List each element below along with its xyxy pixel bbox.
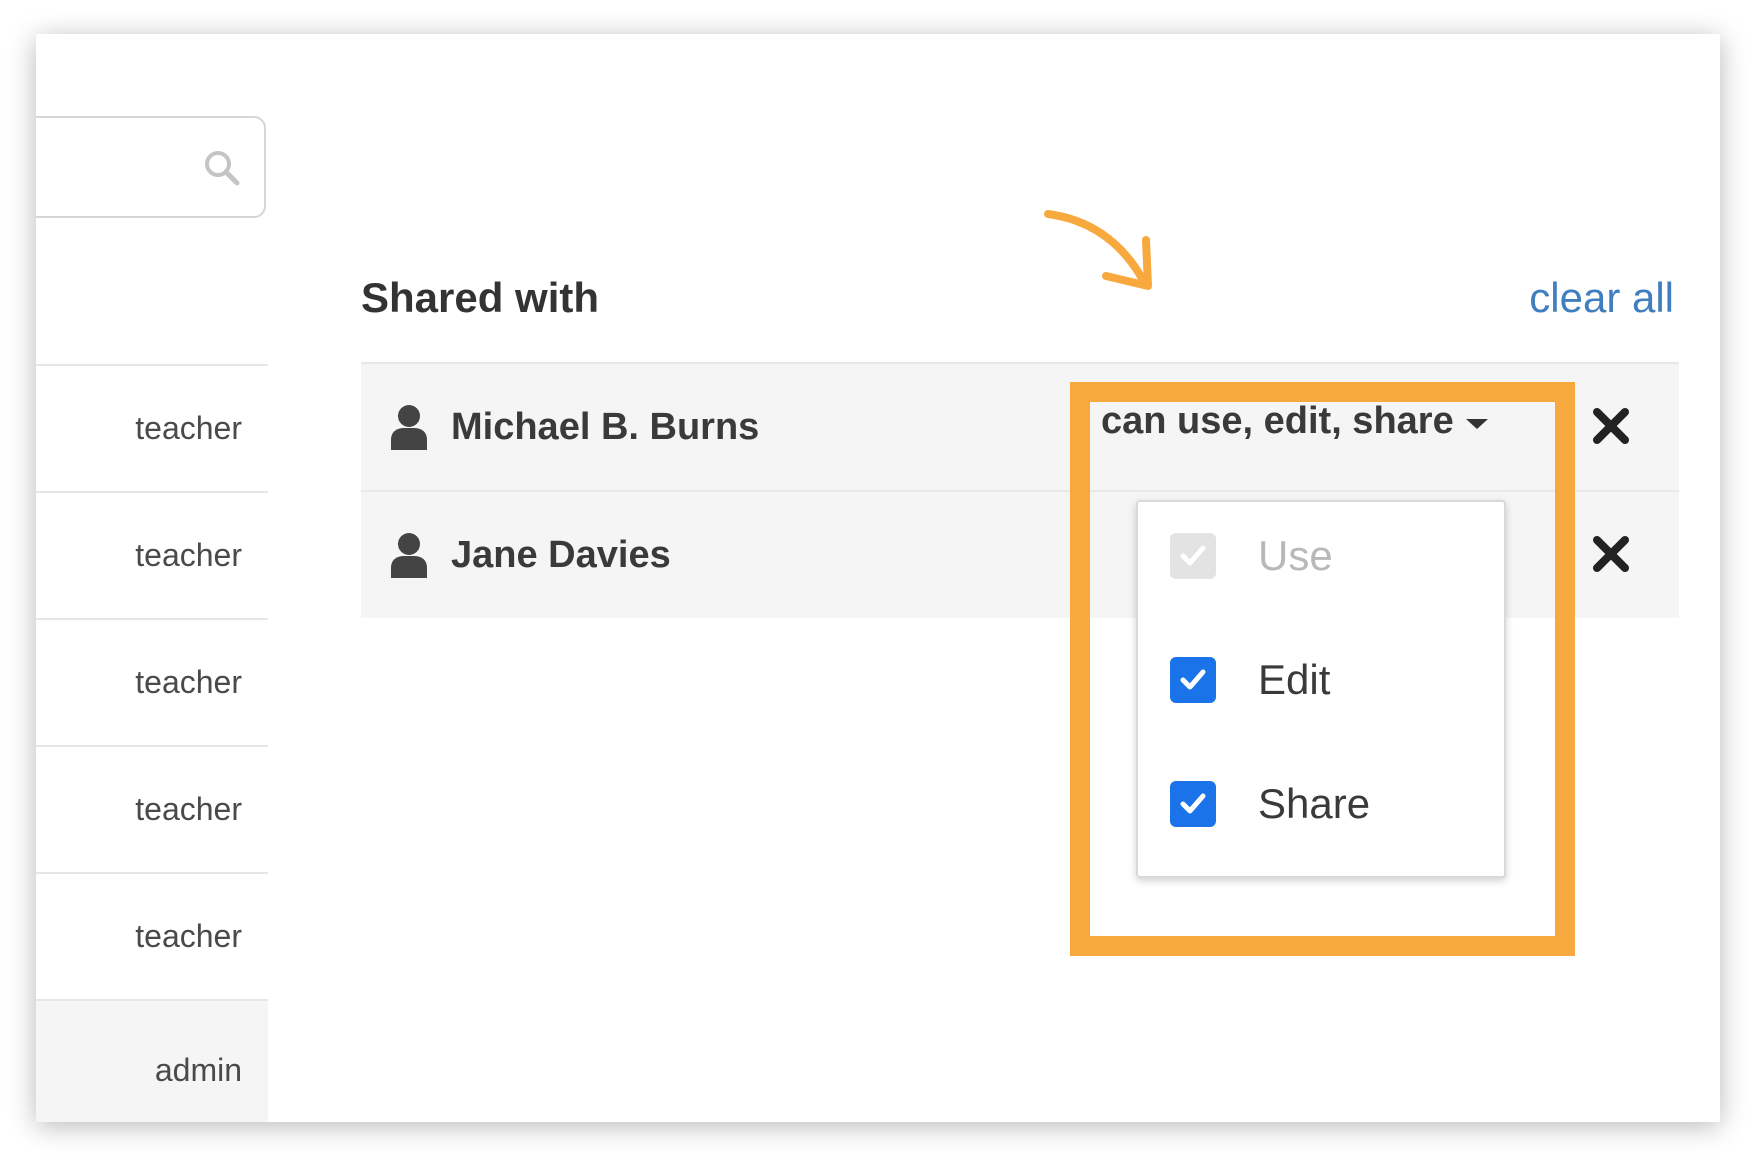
list-item[interactable]: teacher bbox=[36, 745, 268, 872]
role-label: admin bbox=[154, 1051, 242, 1088]
role-label: teacher bbox=[135, 410, 242, 446]
annotation-arrow-icon bbox=[1044, 210, 1152, 290]
list-item[interactable]: teacher bbox=[36, 618, 268, 745]
permission-option-edit[interactable]: Edit bbox=[1170, 656, 1330, 704]
permission-option-use: Use bbox=[1170, 532, 1333, 580]
search-icon[interactable] bbox=[202, 148, 242, 188]
option-label: Use bbox=[1258, 532, 1333, 579]
permission-option-share[interactable]: Share bbox=[1170, 780, 1370, 828]
edit-checkbox[interactable] bbox=[1170, 657, 1216, 703]
permission-dropdown-toggle[interactable]: can use, edit, share bbox=[1101, 400, 1488, 443]
search-input[interactable] bbox=[36, 116, 266, 218]
caret-down-icon bbox=[1465, 418, 1488, 429]
role-label: teacher bbox=[135, 791, 242, 827]
permission-menu: Use Edit Share bbox=[1136, 500, 1506, 878]
remove-user-button[interactable] bbox=[1591, 532, 1631, 576]
list-item[interactable]: teacher bbox=[36, 491, 268, 618]
user-icon bbox=[391, 405, 427, 450]
option-label: Share bbox=[1258, 780, 1371, 827]
check-icon bbox=[1180, 545, 1206, 566]
option-label: Edit bbox=[1258, 656, 1331, 703]
list-item[interactable]: teacher bbox=[36, 872, 268, 999]
remove-user-button[interactable] bbox=[1591, 404, 1631, 448]
role-label: teacher bbox=[135, 537, 242, 573]
clear-all-link[interactable]: clear all bbox=[1529, 274, 1674, 322]
share-panel: teacher teacher teacher teacher teacher … bbox=[36, 34, 1720, 1122]
share-checkbox[interactable] bbox=[1170, 781, 1216, 827]
list-item[interactable]: admin bbox=[36, 999, 268, 1122]
user-name: Jane Davies bbox=[451, 533, 671, 576]
shared-with-title: Shared with bbox=[361, 274, 600, 321]
user-name: Michael B. Burns bbox=[451, 405, 760, 448]
role-label: teacher bbox=[135, 918, 242, 954]
check-icon bbox=[1180, 669, 1206, 690]
role-label: teacher bbox=[135, 664, 242, 700]
check-icon bbox=[1180, 793, 1206, 814]
screenshot-stage: teacher teacher teacher teacher teacher … bbox=[0, 0, 1763, 1163]
user-icon bbox=[391, 533, 427, 578]
user-list: teacher teacher teacher teacher teacher … bbox=[36, 364, 268, 1122]
permission-label: can use, edit, share bbox=[1101, 400, 1454, 442]
list-item[interactable]: teacher bbox=[36, 364, 268, 491]
use-checkbox bbox=[1170, 533, 1216, 579]
shared-row: Michael B. Burns can use, edit, share bbox=[361, 362, 1679, 490]
